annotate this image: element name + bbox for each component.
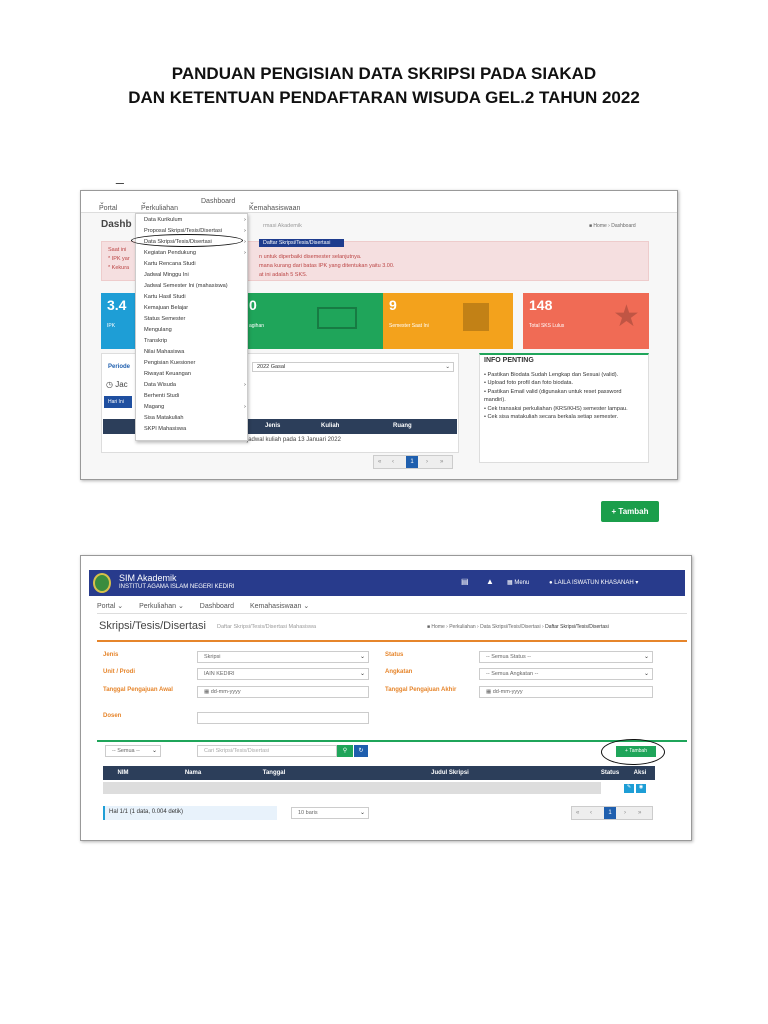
view-icon[interactable]: ◉: [636, 784, 646, 793]
page-subtitle: rmasi Akademik: [263, 223, 302, 229]
nav-portal[interactable]: Portal ⌄: [97, 603, 123, 610]
menu-item[interactable]: Riwayat Keuangan: [144, 371, 191, 377]
breadcrumb: ■ Home › Perkuliahan › Data Skripsi/Tesi…: [427, 624, 609, 630]
menu-item[interactable]: Mengulang: [144, 327, 172, 333]
star-icon: ★: [613, 300, 640, 333]
card-sks: 148 Total SKS Lulus ★: [523, 293, 649, 349]
label-unit: Unit / Prodi: [103, 669, 135, 675]
menu-item[interactable]: Status Semester: [144, 316, 185, 322]
menu-item[interactable]: SKPI Mahasiswa: [144, 426, 186, 432]
tambah-button-example[interactable]: + Tambah: [601, 501, 659, 522]
page-subtitle: Daftar Skripsi/Tesis/Disertasi Mahasiswa: [217, 624, 317, 630]
highlight-ellipse: [601, 739, 665, 765]
nav-perkuliahan[interactable]: Perkuliahan ⌄: [139, 603, 184, 610]
menu-item[interactable]: Berhenti Studi: [144, 393, 179, 399]
app-header: SIM Akademik INSTITUT AGAMA ISLAM NEGERI…: [89, 570, 685, 596]
menu-item[interactable]: Kegiatan Pendukung: [144, 250, 196, 256]
jenis-select[interactable]: Skripsi ⌄: [197, 651, 369, 663]
skripsi-screenshot: SIM Akademik INSTITUT AGAMA ISLAM NEGERI…: [80, 555, 692, 841]
dashboard-screenshot: Portal ⌄ Perkuliahan ⌄ Dashboard Kemahas…: [80, 190, 678, 480]
label-jenis: Jenis: [103, 652, 119, 658]
dash-mark: _: [116, 168, 124, 184]
nav-portal[interactable]: Portal ⌄: [99, 198, 117, 212]
document-title-line2: DAN KETENTUAN PENDAFTARAN WISUDA GEL.2 T…: [128, 88, 640, 107]
page-info: Hal 1/1 (1 data, 0.004 detik): [103, 806, 277, 820]
highlight-ellipse: [131, 234, 243, 247]
label-status: Status: [385, 652, 404, 658]
edit-icon[interactable]: ✎: [624, 784, 634, 793]
semua-select[interactable]: -- Semua -- ⌄: [105, 745, 161, 757]
submenu-daftar-skripsi[interactable]: Daftar Skripsi/Tesis/Disertasi: [259, 239, 344, 247]
book-icon: [463, 303, 489, 331]
label-angkatan: Angkatan: [385, 669, 413, 675]
search-input[interactable]: Cari Skripsi/Tesis/Disertasi: [197, 745, 337, 757]
info-list: • Pastikan Biodata Sudah Lengkap dan Ses…: [484, 372, 628, 421]
card-tagihan: 0 agihan: [247, 293, 393, 349]
angkatan-select[interactable]: -- Semua Angkatan -- ⌄: [479, 668, 653, 680]
nav-dashboard[interactable]: Dashboard: [200, 603, 234, 610]
info-title: INFO PENTING: [484, 357, 534, 364]
nav-perkuliahan[interactable]: Perkuliahan ⌄: [141, 198, 178, 212]
nav-kemahasiswaan[interactable]: Kemahasiswaan ⌄: [250, 603, 309, 610]
info-panel: INFO PENTING • Pastikan Biodata Sudah Le…: [479, 353, 649, 463]
nav-dashboard[interactable]: Dashboard: [201, 198, 235, 205]
menu-item[interactable]: Data Wisuda: [144, 382, 176, 388]
label-tgl-akhir: Tanggal Pengajuan Akhir: [385, 687, 457, 693]
menu-item[interactable]: Jadwal Semester Ini (mahasiswa): [144, 283, 228, 289]
alert-text: n untuk diperbaiki disemester selanjutny…: [259, 254, 395, 278]
app-title: SIM Akademik: [119, 573, 177, 583]
hari-ini-button[interactable]: Hari Ini: [104, 396, 132, 408]
menu-item[interactable]: Sisa Matakuliah: [144, 415, 184, 421]
user-menu[interactable]: ● LAILA ISWATUN KHASANAH ▾: [549, 579, 638, 586]
tgl-awal-input[interactable]: ▦ dd-mm-yyyy: [197, 686, 369, 698]
pager[interactable]: «‹ 1 ›»: [373, 455, 453, 469]
menu-item[interactable]: Jadwal Minggu Ini: [144, 272, 189, 278]
periode-select[interactable]: 2022 Gasal ⌄: [252, 362, 454, 372]
rows-select[interactable]: 10 baris ⌄: [291, 807, 369, 819]
status-select[interactable]: -- Semua Status -- ⌄: [479, 651, 653, 663]
periode-label: Periode: [108, 364, 131, 370]
top-nav: Portal ⌄ Perkuliahan ⌄ Dashboard Kemahas…: [81, 191, 677, 213]
table-row: [103, 782, 601, 794]
menu-item[interactable]: Magang: [144, 404, 164, 410]
refresh-button[interactable]: ↻: [354, 745, 368, 757]
menu-item[interactable]: Transkrip: [144, 338, 167, 344]
menu-button[interactable]: ▦ Menu: [507, 579, 529, 586]
document-icon[interactable]: ▤: [461, 577, 469, 586]
menu-item[interactable]: Kartu Hasil Studi: [144, 294, 186, 300]
menu-item[interactable]: Kartu Rencana Studi: [144, 261, 196, 267]
tgl-akhir-input[interactable]: ▦ dd-mm-yyyy: [479, 686, 653, 698]
app-subtitle: INSTITUT AGAMA ISLAM NEGERI KEDIRI: [119, 584, 235, 590]
jadwal-heading: ◷ Jac: [106, 380, 128, 389]
table-header: NIM Nama Tanggal Judul Skripsi Status Ak…: [103, 766, 655, 780]
card-semester: 9 Semester Saat Ini: [383, 293, 513, 349]
top-nav: Portal ⌄ Perkuliahan ⌄ Dashboard Kemahas…: [97, 602, 687, 614]
logo-icon: [93, 573, 111, 593]
menu-item[interactable]: Kemajuan Belajar: [144, 305, 188, 311]
menu-item[interactable]: Nilai Mahasiswa: [144, 349, 184, 355]
label-dosen: Dosen: [103, 713, 122, 719]
nav-kemahasiswaan[interactable]: Kemahasiswaan ⌄: [249, 198, 300, 212]
money-icon: [317, 307, 357, 329]
dosen-input[interactable]: [197, 712, 369, 724]
menu-item[interactable]: Data Kurikulum: [144, 217, 182, 223]
warning-icon[interactable]: ▲: [486, 577, 494, 586]
document-title-line1: PANDUAN PENGISIAN DATA SKRIPSI PADA SIAK…: [171, 64, 597, 83]
perkuliahan-dropdown-menu: Data Kurikulum › Proposal Skripsi/Tesis/D…: [135, 213, 248, 441]
unit-select[interactable]: IAIN KEDIRI ⌄: [197, 668, 369, 680]
label-tgl-awal: Tanggal Pengajuan Awal: [103, 687, 173, 693]
pager[interactable]: «‹ 1 ›»: [571, 806, 653, 820]
breadcrumb: ■ Home › Dashboard: [589, 223, 636, 229]
page-title: Dashb: [101, 219, 132, 230]
menu-item[interactable]: Pengisian Kuesioner: [144, 360, 195, 366]
search-button[interactable]: ⚲: [337, 745, 353, 757]
page-title: Skripsi/Tesis/Disertasi: [99, 620, 206, 632]
divider: [97, 740, 687, 742]
